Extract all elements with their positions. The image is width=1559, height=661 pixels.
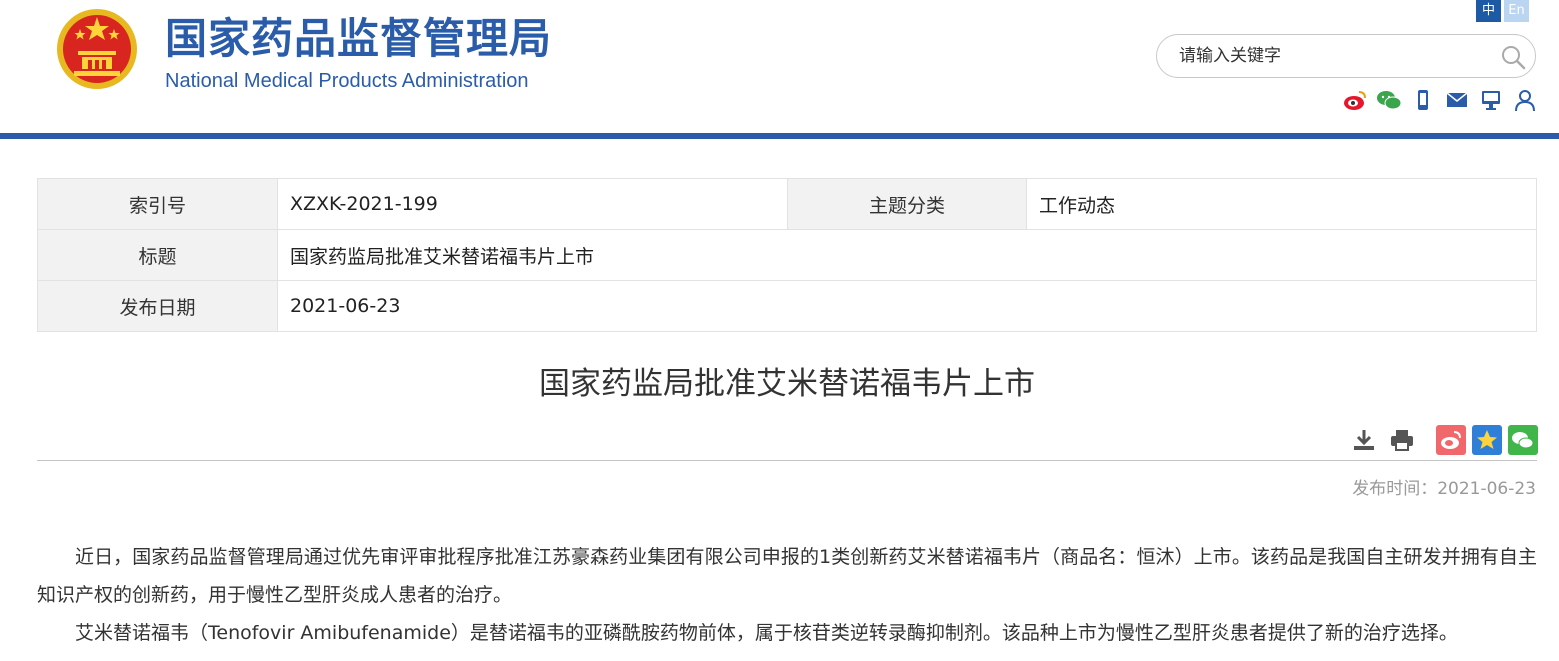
category-label: 主题分类: [787, 178, 1027, 230]
search-input[interactable]: [1179, 43, 1489, 69]
share-tools: [1436, 425, 1538, 455]
date-value: 2021-06-23: [277, 280, 1537, 332]
print-icon[interactable]: [1388, 426, 1416, 454]
title-value: 国家药监局批准艾米替诺福韦片上市: [277, 229, 1537, 281]
download-icon[interactable]: [1350, 426, 1378, 454]
search-box: [1156, 34, 1536, 78]
date-label: 发布日期: [37, 280, 278, 332]
article-tools: [1350, 426, 1416, 454]
publish-label: 发布时间：: [1352, 479, 1438, 499]
article-paragraph: 近日，国家药品监督管理局通过优先审评审批程序批准江苏豪森药业集团有限公司申报的1…: [37, 546, 1537, 606]
share-wechat-icon[interactable]: [1508, 425, 1538, 455]
mail-icon[interactable]: [1444, 87, 1470, 113]
article-body: 近日，国家药品监督管理局通过优先审评审批程序批准江苏豪森药业集团有限公司申报的1…: [37, 538, 1537, 652]
article-title: 国家药监局批准艾米替诺福韦片上市: [539, 366, 1035, 402]
header-bar: [0, 133, 1559, 139]
monitor-icon[interactable]: [1478, 87, 1504, 113]
category-value: 工作动态: [1026, 178, 1537, 230]
publish-time: 发布时间：2021-06-23: [1352, 474, 1536, 499]
national-emblem-icon: [57, 9, 137, 89]
article-paragraph: 艾米替诺福韦（Tenofovir Amibufenamide）是替诺福韦的亚磷酰…: [75, 622, 1458, 644]
title-divider: [37, 460, 1537, 461]
lang-zh-button[interactable]: 中: [1476, 0, 1501, 22]
share-weibo-icon[interactable]: [1436, 425, 1466, 455]
site-title-cn: 国家药品监督管理局: [165, 14, 553, 63]
wechat-icon[interactable]: [1376, 87, 1402, 113]
index-label: 索引号: [37, 178, 278, 230]
social-links: [1342, 86, 1538, 114]
favorite-icon[interactable]: [1472, 425, 1502, 455]
table-row: 发布日期 2021-06-23: [37, 280, 1537, 332]
mobile-icon[interactable]: [1410, 87, 1436, 113]
table-row: 索引号 XZXK-2021-199 主题分类 工作动态: [37, 178, 1537, 230]
index-value: XZXK-2021-199: [277, 178, 788, 230]
site-header: 国家药品监督管理局 National Medical Products Admi…: [0, 0, 1559, 134]
publish-date: 2021-06-23: [1437, 479, 1536, 499]
search-icon[interactable]: [1499, 43, 1527, 71]
weibo-icon[interactable]: [1342, 87, 1368, 113]
user-icon[interactable]: [1512, 87, 1538, 113]
table-row: 标题 国家药监局批准艾米替诺福韦片上市: [37, 229, 1537, 281]
site-title-en: National Medical Products Administration: [165, 70, 529, 92]
title-label: 标题: [37, 229, 278, 281]
info-table: 索引号 XZXK-2021-199 主题分类 工作动态 标题 国家药监局批准艾米…: [37, 178, 1537, 332]
lang-en-button[interactable]: En: [1504, 0, 1529, 22]
